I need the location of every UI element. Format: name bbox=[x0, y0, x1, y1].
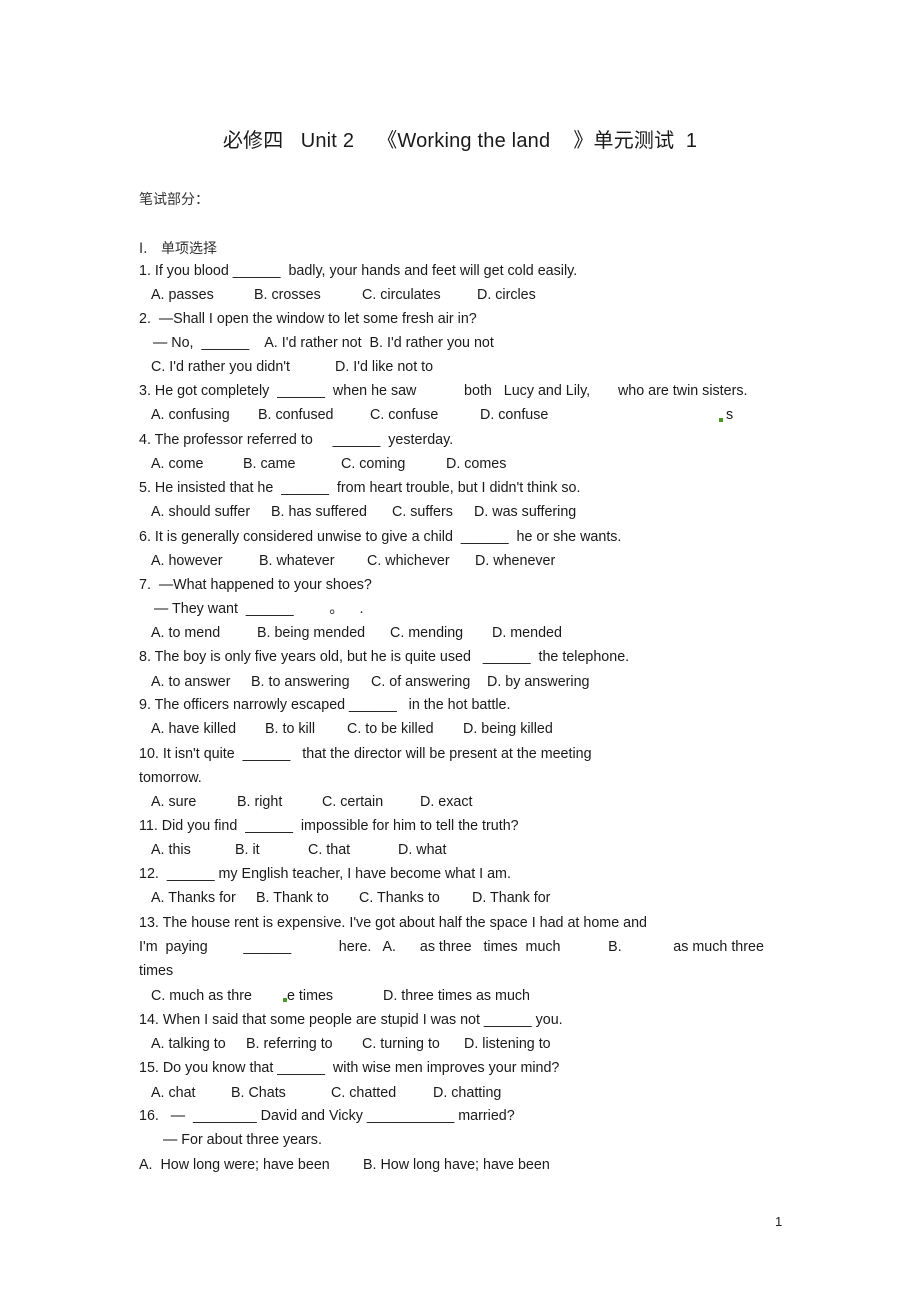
page-number: 1 bbox=[775, 1214, 783, 1229]
question-stem-10-line2: tomorrow. bbox=[139, 770, 202, 786]
subsection-label: 单项选择 bbox=[160, 241, 217, 257]
option-15b: B. Chats bbox=[231, 1085, 286, 1101]
option-6a: A. however bbox=[151, 553, 223, 569]
option-14c: C. turning to bbox=[362, 1036, 440, 1052]
option-8c: C. of answering bbox=[371, 674, 471, 690]
question-stem-2-line2: — No, ______ A. I'd rather not B. I'd ra… bbox=[153, 335, 494, 351]
option-3c: C. confuse bbox=[370, 407, 439, 423]
question-stem-6: 6. It is generally considered unwise to … bbox=[139, 529, 622, 545]
question-stem-8: 8. The boy is only five years old, but h… bbox=[139, 649, 630, 665]
option-13c: C. much as thre bbox=[151, 988, 252, 1004]
option-7b: B. being mended bbox=[257, 625, 366, 641]
option-8d: D. by answering bbox=[487, 674, 590, 690]
option-10c: C. certain bbox=[322, 794, 384, 810]
option-12b: B. Thank to bbox=[256, 890, 329, 906]
option-16b: B. How long have; have been bbox=[363, 1157, 550, 1173]
option-2d: D. I'd like not to bbox=[335, 359, 434, 375]
question-stem-3: 3. He got completely ______ when he saw … bbox=[139, 383, 748, 399]
option-4c: C. coming bbox=[341, 456, 406, 472]
option-1b: B. crosses bbox=[254, 287, 321, 303]
option-1c: C. circulates bbox=[362, 287, 441, 303]
option-16a: A. How long were; have been bbox=[139, 1157, 330, 1173]
option-6b: B. whatever bbox=[259, 553, 335, 569]
question-stem-11: 11. Did you find ______ impossible for h… bbox=[139, 818, 519, 834]
option-11a: A. this bbox=[151, 842, 191, 858]
option-14a: A. talking to bbox=[151, 1036, 226, 1052]
section-heading: 笔试部分： bbox=[139, 192, 209, 208]
question-stem-14: 14. When I said that some people are stu… bbox=[139, 1012, 563, 1028]
option-6d: D. whenever bbox=[475, 553, 556, 569]
question-stem-2: 2. —Shall I open the window to let some … bbox=[139, 311, 477, 327]
question-stem-7-line2: — They want ______ 。 . bbox=[154, 601, 364, 617]
option-11d: D. what bbox=[398, 842, 447, 858]
question-stem-16: 16. — ________ David and Vicky _________… bbox=[139, 1108, 515, 1124]
option-3a: A. confusing bbox=[151, 407, 230, 423]
option-6c: C. whichever bbox=[367, 553, 450, 569]
option-7a: A. to mend bbox=[151, 625, 221, 641]
option-14b: B. referring to bbox=[246, 1036, 333, 1052]
option-4b: B. came bbox=[243, 456, 296, 472]
document-page: 必修四 Unit 2 《Working the land 》单元测试 1 笔试部… bbox=[0, 0, 920, 1303]
option-9d: D. being killed bbox=[463, 721, 553, 737]
option-10a: A. sure bbox=[151, 794, 197, 810]
option-5d: D. was suffering bbox=[474, 504, 577, 520]
option-11c: C. that bbox=[308, 842, 351, 858]
option-11b: B. it bbox=[235, 842, 260, 858]
option-5a: A. should suffer bbox=[151, 504, 251, 520]
question-stem-1: 1. If you blood ______ badly, your hands… bbox=[139, 263, 578, 279]
option-15a: A. chat bbox=[151, 1085, 196, 1101]
option-5c: C. suffers bbox=[392, 504, 453, 520]
option-7d: D. mended bbox=[492, 625, 562, 641]
option-13c-cont: e times bbox=[287, 988, 334, 1004]
option-12d: D. Thank for bbox=[472, 890, 551, 906]
option-12a: A. Thanks for bbox=[151, 890, 236, 906]
question-stem-13-line2: I'm paying ______ here. A. as three time… bbox=[139, 939, 764, 955]
option-5b: B. has suffered bbox=[271, 504, 367, 520]
option-3d: D. confuse bbox=[480, 407, 549, 423]
option-14d: D. listening to bbox=[464, 1036, 551, 1052]
question-stem-9: 9. The officers narrowly escaped ______ … bbox=[139, 697, 511, 713]
option-7c: C. mending bbox=[390, 625, 464, 641]
question-stem-16-line2: — For about three years. bbox=[163, 1132, 322, 1148]
option-9a: A. have killed bbox=[151, 721, 237, 737]
option-1a: A. passes bbox=[151, 287, 214, 303]
question-stem-13-line3: times bbox=[139, 963, 174, 979]
question-stem-7: 7. —What happened to your shoes? bbox=[139, 577, 372, 593]
option-1d: D. circles bbox=[477, 287, 536, 303]
option-9c: C. to be killed bbox=[347, 721, 434, 737]
option-8a: A. to answer bbox=[151, 674, 231, 690]
artifact-mark bbox=[719, 418, 723, 422]
question-stem-10: 10. It isn't quite ______ that the direc… bbox=[139, 746, 592, 762]
option-13d: D. three times as much bbox=[383, 988, 530, 1004]
option-15d: D. chatting bbox=[433, 1085, 502, 1101]
question-stem-13: 13. The house rent is expensive. I've go… bbox=[139, 915, 647, 931]
option-10b: B. right bbox=[237, 794, 283, 810]
option-10d: D. exact bbox=[420, 794, 473, 810]
option-2c: C. I'd rather you didn't bbox=[151, 359, 290, 375]
question-stem-12: 12. ______ my English teacher, I have be… bbox=[139, 866, 511, 882]
option-9b: B. to kill bbox=[265, 721, 316, 737]
question-stem-5: 5. He insisted that he ______ from heart… bbox=[139, 480, 581, 496]
subsection-number: I. bbox=[139, 241, 148, 257]
question-stem-15: 15. Do you know that ______ with wise me… bbox=[139, 1060, 560, 1076]
option-15c: C. chatted bbox=[331, 1085, 397, 1101]
option-8b: B. to answering bbox=[251, 674, 350, 690]
option-4d: D. comes bbox=[446, 456, 507, 472]
option-4a: A. come bbox=[151, 456, 204, 472]
option-3b: B. confused bbox=[258, 407, 334, 423]
option-3-trailing: s bbox=[726, 407, 734, 423]
subsection-heading: I. 单项选择 bbox=[139, 238, 217, 258]
option-12c: C. Thanks to bbox=[359, 890, 440, 906]
document-title: 必修四 Unit 2 《Working the land 》单元测试 1 bbox=[222, 130, 698, 152]
question-stem-4: 4. The professor referred to ______ yest… bbox=[139, 432, 454, 448]
